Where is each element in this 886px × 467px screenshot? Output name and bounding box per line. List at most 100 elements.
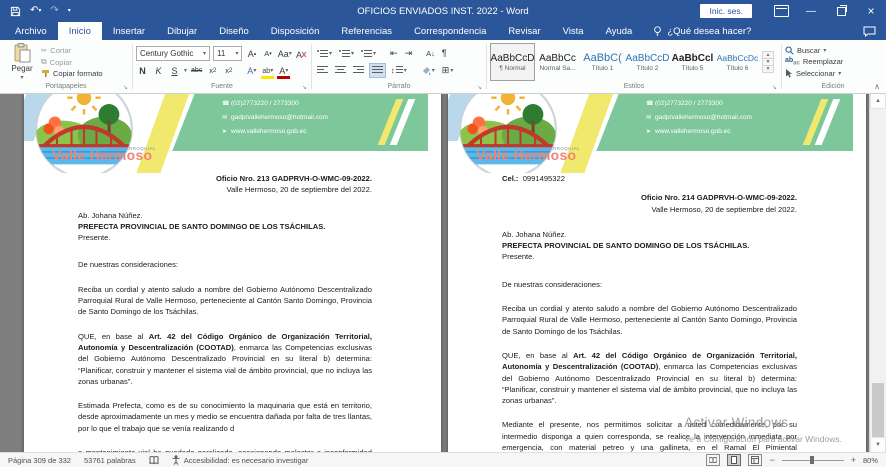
tab-referencias[interactable]: Referencias [330, 22, 403, 40]
oficio-date[interactable]: Valle Hermoso, 20 de septiembre del 2022… [78, 184, 372, 195]
style-titulo-2[interactable]: AaBbCcD Título 2 [625, 43, 670, 81]
tab-correspondencia[interactable]: Correspondencia [403, 22, 497, 40]
word-count[interactable]: 53761 palabras [84, 456, 136, 465]
collapse-ribbon-icon[interactable]: ∧ [874, 82, 880, 91]
salutation[interactable]: De nuestras consideraciones: [502, 279, 797, 290]
customize-qat-icon[interactable]: ▾ [68, 8, 71, 14]
close-button[interactable]: × [856, 0, 886, 22]
undo-icon[interactable]: ↶▾ [30, 6, 41, 16]
increase-indent-button[interactable]: ⇥ [403, 47, 415, 60]
zoom-level[interactable]: 80% [863, 456, 878, 465]
bold-button[interactable]: N [136, 64, 149, 77]
sort-button[interactable]: A↓ [424, 47, 437, 60]
select-button[interactable]: Seleccionar▾ [785, 69, 843, 78]
style-titulo-5[interactable]: AaBbCcl Título 5 [670, 43, 715, 81]
clear-formatting-icon[interactable]: A [295, 47, 308, 60]
clipboard-dialog-launcher-icon[interactable]: ↘ [123, 85, 128, 91]
paste-dropdown-icon[interactable]: ▾ [20, 74, 23, 81]
borders-button[interactable]: ⊞▾ [440, 64, 456, 77]
styles-dialog-launcher-icon[interactable]: ↘ [772, 85, 777, 91]
show-marks-button[interactable]: ¶ [440, 47, 449, 60]
paragraph-cootad[interactable]: QUE, en base al Art. 42 del Código Orgán… [502, 350, 797, 406]
paragraph-cootad[interactable]: QUE, en base al Art. 42 del Código Orgán… [78, 331, 372, 387]
recipient-title[interactable]: PREFECTA PROVINCIAL DE SANTO DOMINGO DE … [502, 240, 797, 251]
grow-font-button[interactable]: A▴ [245, 47, 258, 60]
styles-gallery-more-icon[interactable]: ▼ [762, 65, 774, 73]
font-dialog-launcher-icon[interactable]: ↘ [302, 85, 307, 91]
page-left[interactable]: RUC : 1760120660001 ☎(02)2773220 / 27733… [24, 93, 441, 453]
scroll-down-icon[interactable]: ▼ [870, 437, 886, 453]
copy-button[interactable]: ⧉ Copiar [41, 57, 103, 67]
restore-button[interactable] [826, 0, 856, 22]
align-left-button[interactable] [315, 64, 330, 77]
paragraph-greeting[interactable]: Reciba un cordial y atento saludo a nomb… [502, 303, 797, 337]
proofing-status-icon[interactable] [149, 456, 159, 465]
tab-inicio[interactable]: Inicio [58, 22, 102, 40]
save-icon[interactable] [10, 6, 21, 17]
recipient-title[interactable]: PREFECTA PROVINCIAL DE SANTO DOMINGO DE … [78, 221, 372, 232]
minimize-button[interactable]: — [796, 0, 826, 22]
recipient-name[interactable]: Ab. Johana Núñez. [78, 210, 372, 221]
replace-button[interactable]: abac Reemplazar [785, 57, 843, 66]
scrollbar-thumb[interactable] [872, 383, 884, 441]
multilevel-list-button[interactable]: ▾ [359, 47, 378, 60]
accessibility-status[interactable]: Accesibilidad: es necesario investigar [172, 455, 309, 465]
superscript-button[interactable]: x2 [222, 64, 235, 77]
shrink-font-button[interactable]: A▾ [261, 47, 274, 60]
zoom-out-icon[interactable]: − [769, 456, 774, 465]
sign-in-button[interactable]: Inic. ses. [700, 4, 752, 18]
cut-button[interactable]: ✂ Cortar [41, 46, 103, 55]
page-right[interactable]: RUC : 1760120660001 ☎(02)2773220 / 27733… [448, 93, 866, 453]
letter-214-content[interactable]: Cel.: 0991495322 Oficio Nro. 214 GADPRVH… [502, 173, 797, 453]
tab-dibujar[interactable]: Dibujar [156, 22, 208, 40]
style-titulo-1[interactable]: AaBbC( Título 1 [580, 43, 625, 81]
oficio-number[interactable]: Oficio Nro. 214 GADPRVH-O-WMC-09-2022. [502, 192, 797, 203]
paste-button[interactable]: Pegar ▾ [3, 43, 41, 81]
view-print-layout-icon[interactable] [727, 454, 741, 466]
line-spacing-button[interactable]: ↕▾ [389, 64, 409, 77]
zoom-in-icon[interactable]: + [851, 456, 856, 465]
align-center-button[interactable] [333, 64, 348, 77]
tab-ayuda[interactable]: Ayuda [595, 22, 644, 40]
strikethrough-button[interactable]: abc [190, 64, 203, 77]
style-titulo-6[interactable]: AaBbCcDc Título 6 [715, 43, 760, 81]
recipient-presente[interactable]: Presente. [78, 232, 372, 243]
style-normal-sa[interactable]: AaBbCc Normal Sa... [535, 43, 580, 81]
find-button[interactable]: Buscar▾ [785, 46, 843, 55]
view-web-layout-icon[interactable] [748, 454, 762, 466]
salutation[interactable]: De nuestras consideraciones: [78, 259, 372, 270]
numbering-button[interactable]: ▾ [337, 47, 356, 60]
comment-icon[interactable] [863, 26, 876, 37]
align-right-button[interactable] [351, 64, 366, 77]
zoom-slider-thumb[interactable] [810, 456, 814, 464]
subscript-button[interactable]: x2 [206, 64, 219, 77]
recipient-name[interactable]: Ab. Johana Núñez. [502, 229, 797, 240]
document-canvas[interactable]: RUC : 1760120660001 ☎(02)2773220 / 27733… [0, 93, 886, 453]
recipient-presente[interactable]: Presente. [502, 251, 797, 262]
shading-button[interactable]: ▾ [419, 64, 437, 77]
tab-archivo[interactable]: Archivo [4, 22, 58, 40]
font-family-combo[interactable]: Century Gothic▾ [136, 46, 210, 61]
paragraph-greeting[interactable]: Reciba un cordial y atento saludo a nomb… [78, 284, 372, 318]
page-indicator[interactable]: Página 309 de 332 [8, 456, 71, 465]
change-case-button[interactable]: Aa▾ [277, 47, 292, 60]
oficio-date[interactable]: Valle Hermoso, 20 de septiembre del 2022… [502, 204, 797, 215]
underline-button[interactable]: S [168, 64, 181, 77]
paragraph-maquinaria[interactable]: Estimada Prefecta, como es de su conocim… [78, 400, 372, 434]
decrease-indent-button[interactable]: ⇤ [388, 47, 400, 60]
scroll-up-icon[interactable]: ▲ [870, 93, 886, 109]
tab-disposicion[interactable]: Disposición [260, 22, 331, 40]
justify-button[interactable] [369, 63, 386, 78]
tab-insertar[interactable]: Insertar [102, 22, 156, 40]
ribbon-display-options-icon[interactable] [766, 0, 796, 22]
font-color-button[interactable]: A▾ [277, 63, 290, 79]
tab-revisar[interactable]: Revisar [497, 22, 551, 40]
tab-diseno[interactable]: Diseño [208, 22, 260, 40]
highlight-color-button[interactable]: ab▾ [261, 63, 274, 79]
tab-vista[interactable]: Vista [552, 22, 595, 40]
view-read-mode-icon[interactable] [706, 454, 720, 466]
cel-line[interactable]: Cel.: 0991495322 [502, 173, 797, 184]
underline-dropdown-icon[interactable]: ▾ [184, 67, 187, 74]
letter-213-content[interactable]: Oficio Nro. 213 GADPRVH-O-WMC-09-2022. V… [78, 173, 372, 453]
tell-me-box[interactable]: ¿Qué desea hacer? [643, 22, 761, 40]
